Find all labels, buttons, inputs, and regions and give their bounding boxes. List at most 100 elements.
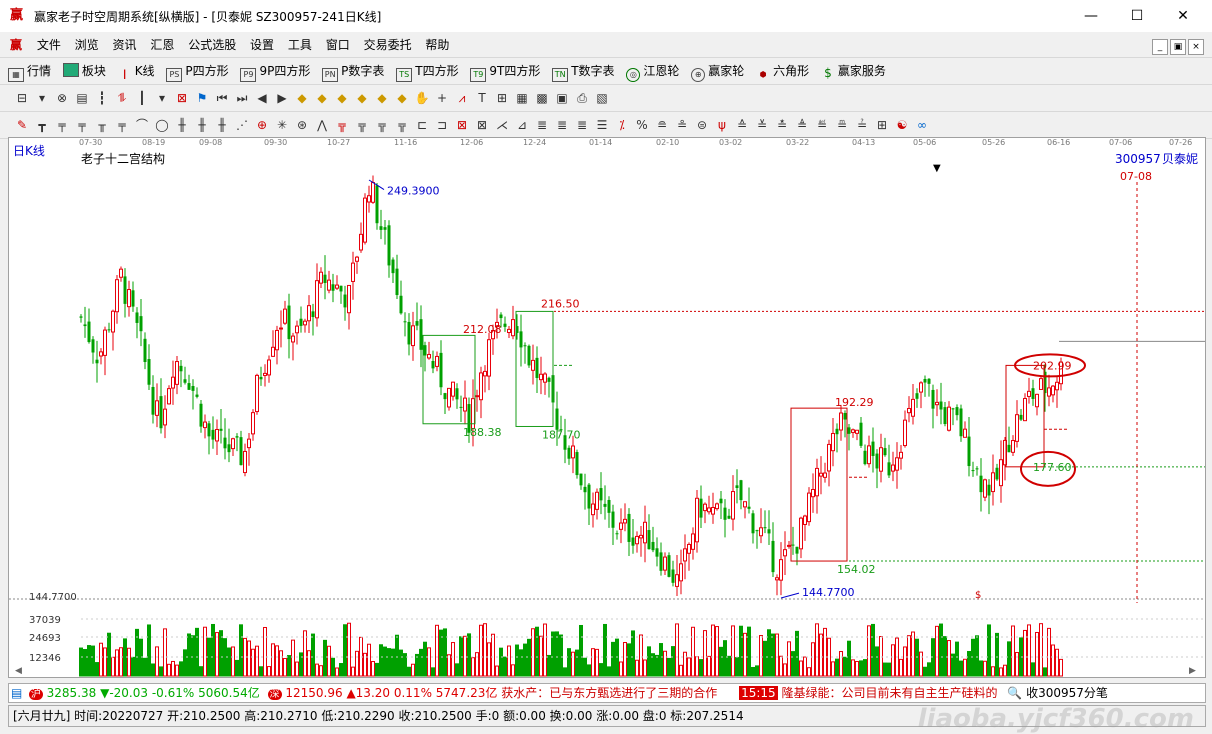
document-icon[interactable]: ▤ [74, 90, 90, 106]
flag-icon[interactable]: ⚑ [194, 90, 210, 106]
sh-index-icon[interactable]: 沪 [28, 689, 43, 700]
line-icon[interactable]: ⩘ [454, 90, 470, 106]
save-icon[interactable]: ▣ [554, 90, 570, 106]
table2-icon[interactable]: ⊞ [874, 117, 890, 133]
parallel-icon-3[interactable]: ╫ [214, 117, 230, 133]
dropdown-icon[interactable]: ▾ [34, 90, 50, 106]
ruler-icon-1[interactable]: ≣ [534, 117, 550, 133]
receive-icon[interactable]: 🔍 [1007, 686, 1022, 700]
list-icon[interactable]: ☰ [594, 117, 610, 133]
grid-line-icon-3[interactable]: ╥ [94, 117, 110, 133]
gann-fan-icon[interactable]: ┳ [34, 117, 50, 133]
toolbar-winner-wheel-button[interactable]: ⊕ 赢家轮 [691, 58, 744, 84]
first-icon[interactable]: ⏮ [214, 90, 230, 106]
percent-icon[interactable]: % [634, 117, 650, 133]
export-icon[interactable]: ▧ [594, 90, 610, 106]
toolbar-blocks-button[interactable]: 板块 [62, 58, 106, 84]
prev-icon[interactable]: ◀ [254, 90, 270, 106]
candles-icon[interactable]: ┇ [94, 90, 110, 106]
fib-icon-6[interactable]: ≛ [774, 117, 790, 133]
menu-file[interactable]: 文件 [32, 33, 66, 57]
layout-icon[interactable]: ⊟ [14, 90, 30, 106]
fib-icon-1[interactable]: ≘ [654, 117, 670, 133]
menu-formula[interactable]: 公式选股 [183, 33, 241, 57]
fib-icon-10[interactable]: ≟ [854, 117, 870, 133]
mdi-close-button[interactable]: × [1188, 39, 1204, 55]
percent-slash-icon[interactable]: ⁒ [614, 117, 630, 133]
toolbar-t-square-button[interactable]: TS T四方形 [396, 58, 459, 84]
sz-index-icon[interactable]: 深 [267, 689, 282, 700]
fib-icon-2[interactable]: ≗ [674, 117, 690, 133]
toolbar-kline-button[interactable]: ┃ K线 [118, 58, 154, 84]
ruler-icon-3[interactable]: ≣ [574, 117, 590, 133]
zoom-icon[interactable]: ⊞ [494, 90, 510, 106]
text-icon[interactable]: T [474, 90, 490, 106]
diamond-icon-1[interactable]: ◆ [294, 90, 310, 106]
angle-icon[interactable]: ⊿ [514, 117, 530, 133]
fib-icon-4[interactable]: ≙ [734, 117, 750, 133]
toolbar-9t-square-button[interactable]: T9 9T四方形 [470, 58, 540, 84]
news-ticker-1[interactable]: 获水产：已与东方甄选进行了三期的合作 [501, 686, 717, 700]
compass-icon[interactable]: ✳ [274, 117, 290, 133]
diamond-icon-2[interactable]: ◆ [314, 90, 330, 106]
bars-icon[interactable]: ┃ [134, 90, 150, 106]
pen-icon[interactable]: ✎ [14, 117, 30, 133]
globe-icon[interactable]: ⊗ [54, 90, 70, 106]
fib-icon-3[interactable]: ⊜ [694, 117, 710, 133]
parallel-icon-2[interactable]: ╫ [194, 117, 210, 133]
target-red-icon[interactable]: ⊕ [254, 117, 270, 133]
mdi-restore-button[interactable]: ▣ [1170, 39, 1186, 55]
toolbar-gann-wheel-button[interactable]: ◎ 江恩轮 [626, 58, 679, 84]
pitchfork-icon[interactable]: ψ [714, 117, 730, 133]
gann-box-icon-2[interactable]: ⊠ [474, 117, 490, 133]
last-icon[interactable]: ⏭ [234, 90, 250, 106]
menu-help[interactable]: 帮助 [420, 33, 454, 57]
grid-line-icon-4[interactable]: ╤ [114, 117, 130, 133]
menu-info[interactable]: 资讯 [108, 33, 142, 57]
calendar-icon[interactable]: ▦ [514, 90, 530, 106]
news-ticker-2[interactable]: 隆基绿能：公司目前未有自主生产硅料的 [782, 686, 998, 700]
menu-trade[interactable]: 交易委托 [359, 33, 417, 57]
yin-yang-icon[interactable]: ☯ [894, 117, 910, 133]
menu-window[interactable]: 窗口 [321, 33, 355, 57]
mdi-minimize-button[interactable]: _ [1152, 39, 1168, 55]
grid-line-icon-2[interactable]: ╤ [74, 117, 90, 133]
minimize-button[interactable]: — [1068, 0, 1114, 32]
maximize-button[interactable]: ☐ [1114, 0, 1160, 32]
toolbar-p-number-button[interactable]: PN P数字表 [322, 58, 384, 84]
box-icon-1[interactable]: ⊏ [414, 117, 430, 133]
print-icon[interactable]: ⎙ [574, 90, 590, 106]
table-icon[interactable]: ▩ [534, 90, 550, 106]
menu-huien[interactable]: 汇恩 [145, 33, 179, 57]
link-icon[interactable]: ∞ [914, 117, 930, 133]
circle-icon[interactable]: ◯ [154, 117, 170, 133]
toolbar-hexagon-button[interactable]: ⬢ 六角形 [756, 58, 810, 84]
toolbar-quotes-button[interactable]: ▦ 行情 [8, 58, 51, 84]
menu-browse[interactable]: 浏览 [70, 33, 104, 57]
trend-icon[interactable]: ⥮ [114, 90, 130, 106]
star-grid-icon[interactable]: ⊛ [294, 117, 310, 133]
toolbar-9p-square-button[interactable]: P9 9P四方形 [240, 58, 310, 84]
cross-icon[interactable]: ⊠ [174, 90, 190, 106]
fan-lines-icon[interactable]: ⋌ [494, 117, 510, 133]
fib-icon-9[interactable]: ≞ [834, 117, 850, 133]
toolbar-t-number-button[interactable]: TN T数字表 [552, 58, 615, 84]
gann-box-icon[interactable]: ⊠ [454, 117, 470, 133]
diamond-icon-3[interactable]: ◆ [334, 90, 350, 106]
receive-text[interactable]: 收300957分笔 [1026, 686, 1108, 700]
ticker-menu-icon[interactable]: ▤ [11, 684, 25, 702]
toolbar-service-button[interactable]: $ 赢家服务 [821, 58, 886, 84]
dropdown2-icon[interactable]: ▾ [154, 90, 170, 106]
ruler-icon-2[interactable]: ≣ [554, 117, 570, 133]
menu-settings[interactable]: 设置 [245, 33, 279, 57]
close-button[interactable]: ✕ [1160, 0, 1206, 32]
wave-red-icon[interactable]: ╦ [334, 117, 350, 133]
diamond-icon-6[interactable]: ◆ [394, 90, 410, 106]
diamond-icon-5[interactable]: ◆ [374, 90, 390, 106]
bracket-icon-2[interactable]: ╦ [374, 117, 390, 133]
diamond-icon-4[interactable]: ◆ [354, 90, 370, 106]
bracket-icon-1[interactable]: ╦ [354, 117, 370, 133]
arc-icon[interactable]: ⌒ [134, 117, 150, 133]
fib-icon-7[interactable]: ≜ [794, 117, 810, 133]
chart-dropdown-icon[interactable]: ▼ [933, 163, 941, 174]
